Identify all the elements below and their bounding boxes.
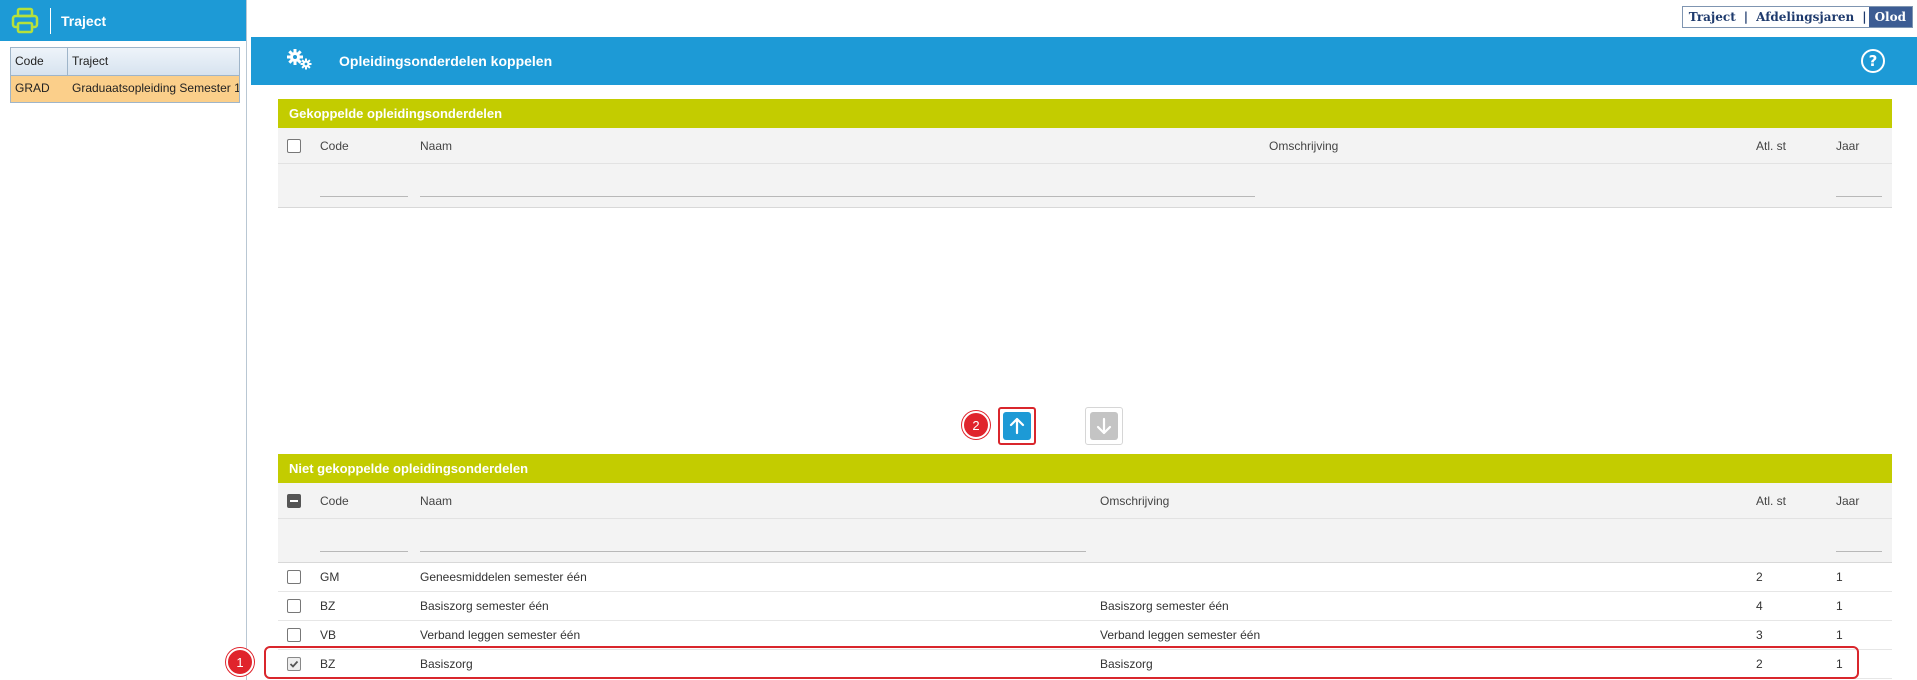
arrow-down-icon <box>1090 412 1118 440</box>
filter-input-naam[interactable] <box>420 551 1086 552</box>
gears-icon <box>285 48 323 75</box>
row-atl: 4 <box>1756 599 1763 613</box>
step-badge-2: 2 <box>962 411 990 439</box>
row-code: BZ <box>320 599 336 613</box>
header-divider <box>50 7 51 34</box>
tab-traject[interactable]: Traject <box>1683 7 1742 27</box>
filter-input-code[interactable] <box>320 196 408 197</box>
row-jaar: 1 <box>1836 599 1843 613</box>
move-down-button[interactable] <box>1085 407 1123 445</box>
arrow-up-icon <box>1003 412 1031 440</box>
column-header-omschrijving[interactable]: Omschrijving <box>1100 494 1169 508</box>
column-header-code[interactable]: Code <box>11 48 68 75</box>
traject-grid: Code Traject GRAD Graduaatsopleiding Sem… <box>10 47 240 103</box>
linked-filter-row <box>278 164 1892 208</box>
traject-panel-title: Traject <box>61 12 107 29</box>
selected-row-highlight <box>264 646 1859 679</box>
row-atl: 3 <box>1756 628 1763 642</box>
linked-section-title: Gekoppelde opleidingsonderdelen <box>278 99 1892 128</box>
filter-input-code[interactable] <box>320 551 408 552</box>
column-header-naam[interactable]: Naam <box>420 494 452 508</box>
row-checkbox[interactable] <box>287 570 301 584</box>
main-header: Opleidingsonderdelen koppelen ? <box>251 37 1917 85</box>
traject-panel-header: Traject <box>0 0 246 41</box>
help-icon[interactable]: ? <box>1861 49 1885 73</box>
column-header-omschrijving[interactable]: Omschrijving <box>1269 139 1338 153</box>
column-header-code[interactable]: Code <box>320 139 349 153</box>
column-header-atl[interactable]: Atl. st <box>1756 494 1786 508</box>
column-header-jaar[interactable]: Jaar <box>1836 139 1859 153</box>
row-naam: Basiszorg semester één <box>420 599 549 613</box>
top-tab-bar: Traject | Afdelingsjaren | Olod <box>1681 6 1913 28</box>
row-checkbox[interactable] <box>287 599 301 613</box>
column-header-code[interactable]: Code <box>320 494 349 508</box>
row-jaar: 1 <box>1836 570 1843 584</box>
column-header-atl[interactable]: Atl. st <box>1756 139 1786 153</box>
tab-separator: | <box>1743 10 1749 24</box>
table-row[interactable]: BZ Basiszorg semester één Basiszorg seme… <box>278 592 1892 621</box>
row-code: VB <box>320 628 337 642</box>
row-naam: Geneesmiddelen semester één <box>420 570 587 584</box>
traject-panel: Traject Code Traject GRAD Graduaatsoplei… <box>0 0 247 680</box>
column-header-jaar[interactable]: Jaar <box>1836 494 1859 508</box>
step-badge-1: 1 <box>226 648 254 676</box>
column-header-traject[interactable]: Traject <box>68 48 239 75</box>
traject-row-code: GRAD <box>15 81 50 95</box>
row-naam: Verband leggen semester één <box>420 628 581 642</box>
unlinked-select-all-checkbox[interactable] <box>287 493 301 508</box>
unlinked-section-title: Niet gekoppelde opleidingsonderdelen <box>278 454 1892 483</box>
filter-input-jaar[interactable] <box>1836 196 1882 197</box>
row-code: GM <box>320 570 340 584</box>
linked-section: Gekoppelde opleidingsonderdelen Code Naa… <box>278 99 1892 208</box>
unlinked-filter-row <box>278 519 1892 563</box>
column-header-naam[interactable]: Naam <box>420 139 452 153</box>
row-jaar: 1 <box>1836 628 1843 642</box>
printer-icon[interactable] <box>0 7 50 35</box>
row-omschrijving: Verband leggen semester één <box>1100 628 1261 642</box>
filter-input-jaar[interactable] <box>1836 551 1882 552</box>
tab-olod[interactable]: Olod <box>1868 7 1912 27</box>
linked-table-header: Code Naam Omschrijving Atl. st Jaar <box>278 128 1892 164</box>
row-checkbox[interactable] <box>287 628 301 642</box>
tab-separator: | <box>1862 10 1867 24</box>
unlinked-table-header: Code Naam Omschrijving Atl. st Jaar <box>278 483 1892 519</box>
row-atl: 2 <box>1756 570 1763 584</box>
filter-input-naam[interactable] <box>420 196 1255 197</box>
traject-row[interactable]: GRAD Graduaatsopleiding Semester 1 <box>11 76 239 102</box>
row-omschrijving: Basiszorg semester één <box>1100 599 1229 613</box>
linked-select-all-checkbox[interactable] <box>287 138 301 153</box>
traject-grid-header: Code Traject <box>11 48 239 76</box>
page-title: Opleidingsonderdelen koppelen <box>339 53 553 69</box>
table-row[interactable]: GM Geneesmiddelen semester één 2 1 <box>278 563 1892 592</box>
move-up-button[interactable] <box>998 407 1036 445</box>
tab-afdelingsjaren[interactable]: Afdelingsjaren <box>1750 7 1860 27</box>
traject-row-name: Graduaatsopleiding Semester 1 <box>72 81 239 95</box>
